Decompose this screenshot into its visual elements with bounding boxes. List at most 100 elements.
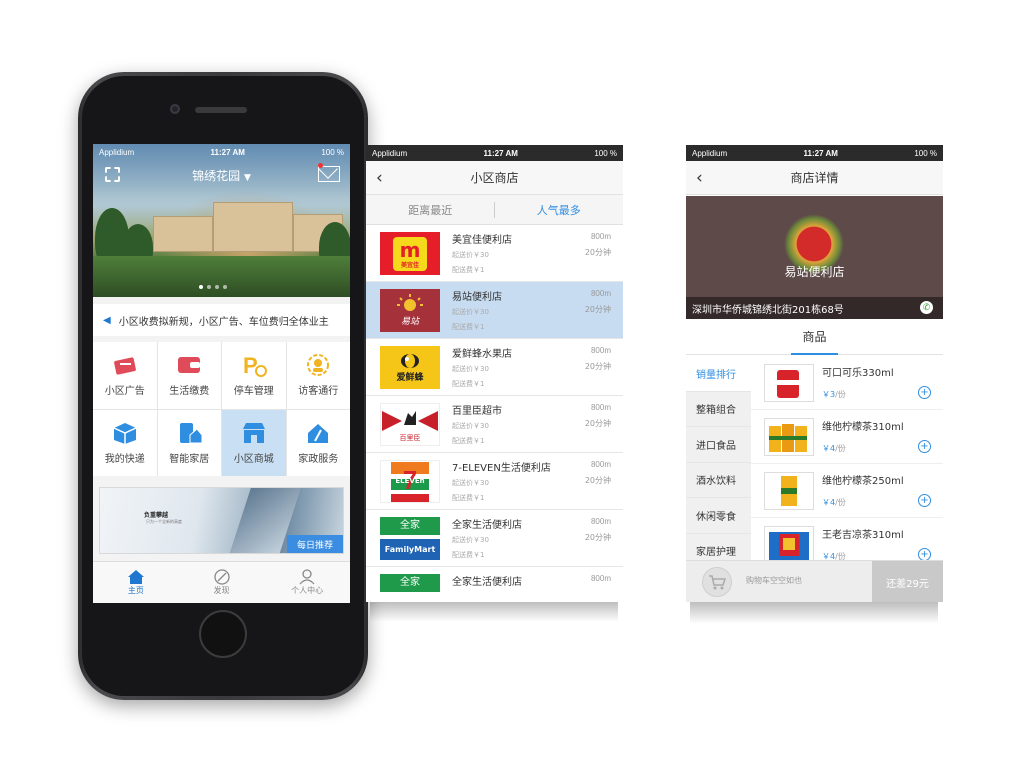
tab-popular[interactable]: 人气最多 xyxy=(495,195,624,224)
banner-subtitle: 只为一个全新的高度 xyxy=(146,519,182,524)
shop-name: 易站便利店 xyxy=(452,292,502,303)
service-label: 小区广告 xyxy=(104,386,145,398)
shop-distance: 800m xyxy=(590,460,611,469)
service-ad[interactable]: 小区广告 xyxy=(93,342,157,409)
goods-list: 可口可乐330ml ￥3/份 + 维他柠檬茶310ml ￥4/份 + 维他柠檬茶… xyxy=(751,356,943,560)
shop-logo: 全家 xyxy=(380,574,440,592)
compass-icon xyxy=(213,569,230,585)
battery-label: 100 % xyxy=(594,148,617,158)
ad-icon xyxy=(112,353,138,377)
category-item[interactable]: 整箱组合 xyxy=(686,392,751,427)
package-icon xyxy=(112,421,138,445)
carrier-label: Applidium xyxy=(692,148,728,158)
shop-delivery-time: 20分钟 xyxy=(584,305,611,314)
page-title: 商店详情 xyxy=(790,171,839,185)
scan-icon[interactable] xyxy=(105,167,120,182)
villa-building xyxy=(213,202,293,252)
shop-distance: 800m xyxy=(590,289,611,298)
page-title: 小区商店 xyxy=(470,171,519,185)
shop-logo: 百里臣 xyxy=(380,403,440,446)
service-label: 小区商城 xyxy=(233,453,274,465)
carousel-dots[interactable] xyxy=(199,285,227,289)
service-label: 智能家居 xyxy=(169,453,210,465)
service-housekeeping[interactable]: 家政服务 xyxy=(286,409,350,476)
shop-logo: 全家 FamilyMart xyxy=(380,517,440,560)
tab-nearest[interactable]: 距离最近 xyxy=(366,195,495,224)
clock-label: 11:27 AM xyxy=(483,148,518,158)
smart-home-icon xyxy=(176,421,203,445)
back-icon[interactable]: ‹ xyxy=(696,168,703,188)
shop-list-item[interactable]: 全家 全家生活便利店 800m xyxy=(366,567,623,602)
back-icon[interactable]: ‹ xyxy=(376,168,383,188)
shop-list-item[interactable]: 百里臣 百里臣超市 800m 20分钟 起送价￥30 配送费￥1 xyxy=(366,396,623,453)
service-visitor[interactable]: 访客通行 xyxy=(286,342,350,409)
parking-icon: P xyxy=(241,353,267,378)
status-bar: Applidium 11:27 AM 100 % xyxy=(366,145,623,161)
phone-speaker xyxy=(195,107,247,113)
shop-delivery-fee: 配送费￥1 xyxy=(452,551,485,559)
service-label: 停车管理 xyxy=(233,386,274,398)
checkout-button[interactable]: 还差29元 xyxy=(872,561,943,602)
shop-distance: 800m xyxy=(590,517,611,526)
tab-goods[interactable]: 商品 xyxy=(791,319,838,355)
shop-delivery-fee: 配送费￥1 xyxy=(452,323,485,331)
banner-title: 负重攀越 xyxy=(144,512,169,519)
community-selector[interactable]: 锦绣花园 ▼ xyxy=(192,167,251,184)
tab-home[interactable]: 主页 xyxy=(93,562,179,603)
add-to-cart-button[interactable]: + xyxy=(918,548,931,560)
cart-icon[interactable] xyxy=(702,567,732,597)
service-store[interactable]: 小区商城 xyxy=(222,409,286,476)
shop-list-item[interactable]: 全家 FamilyMart 全家生活便利店 800m 20分钟 起送价￥30 配… xyxy=(366,510,623,567)
category-item[interactable]: 酒水饮料 xyxy=(686,463,751,498)
shop-delivery-time: 20分钟 xyxy=(584,533,611,542)
product-image xyxy=(764,472,814,510)
category-item[interactable]: 销量排行 xyxy=(686,356,751,392)
service-parking[interactable]: P 停车管理 xyxy=(222,342,286,409)
store-address: 深圳市华侨城锦绣北街201栋68号 xyxy=(686,297,943,319)
shop-min-order: 起送价￥30 xyxy=(452,422,489,430)
add-to-cart-button[interactable]: + xyxy=(918,440,931,453)
product-image xyxy=(764,526,814,560)
shop-logo: m 美宜佳 xyxy=(380,232,440,275)
category-item[interactable]: 休闲零食 xyxy=(686,498,751,534)
goods-item[interactable]: 维他柠檬茶250ml ￥4/份 + xyxy=(751,464,943,518)
service-smart-home[interactable]: 智能家居 xyxy=(157,409,221,476)
battery-label: 100 % xyxy=(914,148,937,158)
notice-bar[interactable]: ◀ 小区收费拟新规，小区广告、车位费归全体业主 xyxy=(93,304,350,336)
shop-distance: 800m xyxy=(590,574,611,583)
category-item[interactable]: 进口食品 xyxy=(686,427,751,463)
tab-label: 主页 xyxy=(127,586,144,595)
visitor-icon xyxy=(305,353,331,377)
shop-min-order: 起送价￥30 xyxy=(452,536,489,544)
goods-item[interactable]: 可口可乐330ml ￥3/份 + xyxy=(751,356,943,410)
wallet-icon xyxy=(176,353,202,377)
goods-item[interactable]: 王老吉凉茶310ml ￥4/份 + xyxy=(751,518,943,560)
shop-list-item[interactable]: 爱鲜蜂 爱鲜蜂水果店 800m 20分钟 起送价￥30 配送费￥1 xyxy=(366,339,623,396)
tab-profile[interactable]: 个人中心 xyxy=(264,562,350,603)
service-express[interactable]: 我的快递 xyxy=(93,409,157,476)
shop-list-item[interactable]: 7 ELEVEn 7-ELEVEN生活便利店 800m 20分钟 起送价￥30 … xyxy=(366,453,623,510)
add-to-cart-button[interactable]: + xyxy=(918,494,931,507)
bottom-tab-bar: 主页 发现 个人中心 xyxy=(93,561,350,603)
service-label: 我的快递 xyxy=(104,453,145,465)
shop-list-item[interactable]: 易站 易站便利店 800m 20分钟 起送价￥30 配送费￥1 xyxy=(366,282,623,339)
product-price: ￥4/份 xyxy=(822,444,846,453)
home-header: 锦绣花园 ▼ xyxy=(93,160,350,190)
product-price: ￥3/份 xyxy=(822,390,846,399)
phone-icon[interactable]: ✆ xyxy=(920,301,933,314)
goods-item[interactable]: 维他柠檬茶310ml ￥4/份 + xyxy=(751,410,943,464)
battery-label: 100 % xyxy=(321,147,344,157)
promo-banner[interactable]: 负重攀越 只为一个全新的高度 每日推荐 xyxy=(99,487,344,554)
shop-name: 百里臣超市 xyxy=(452,406,502,417)
nav-bar: ‹ 小区商店 xyxy=(366,161,623,195)
mail-icon[interactable] xyxy=(318,166,340,182)
tab-discover[interactable]: 发现 xyxy=(179,562,265,603)
status-bar: Applidium 11:27 AM 100 % xyxy=(686,145,943,161)
service-payment[interactable]: 生活缴费 xyxy=(157,342,221,409)
phone-home-button[interactable] xyxy=(199,610,247,658)
cart-empty-text: 购物车空空如也 xyxy=(746,576,802,585)
shop-list-item[interactable]: m 美宜佳 美宜佳便利店 800m 20分钟 起送价￥30 配送费￥1 xyxy=(366,225,623,282)
shop-name: 全家生活便利店 xyxy=(452,577,522,588)
add-to-cart-button[interactable]: + xyxy=(918,386,931,399)
shop-min-order: 起送价￥30 xyxy=(452,308,489,316)
